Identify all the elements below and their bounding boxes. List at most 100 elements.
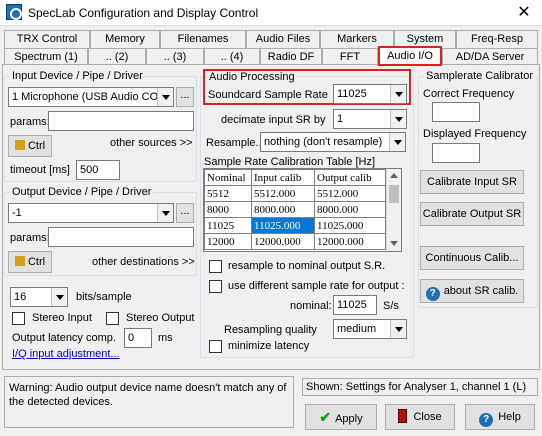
soundcard-rate-select[interactable]: 11025 — [333, 84, 407, 104]
scroll-down-icon[interactable] — [390, 241, 398, 246]
other-destinations-link[interactable]: other destinations >> — [92, 256, 195, 268]
chevron-down-icon — [390, 110, 406, 128]
tab-audio-files[interactable]: Audio Files — [246, 30, 320, 48]
table-cell[interactable]: 12000 — [204, 233, 252, 250]
output-ctrl-label: Ctrl — [27, 256, 46, 268]
hand-pointer-icon — [14, 256, 25, 266]
title-bar: SpecLab Configuration and Display Contro… — [0, 0, 542, 26]
chevron-down-icon — [390, 85, 406, 103]
calibration-table-title: Sample Rate Calibration Table [Hz] — [204, 156, 375, 168]
resample-label: Resample.. — [206, 137, 262, 149]
close-label: Close — [413, 411, 442, 423]
latency-field[interactable]: 0 — [124, 328, 152, 348]
table-row[interactable]: 8000 8000.000 8000.000 — [204, 201, 386, 218]
input-ctrl-button[interactable]: Ctrl — [8, 135, 52, 157]
table-header: Nominal — [204, 169, 252, 186]
table-cell[interactable]: 5512.000 — [251, 185, 315, 202]
table-row[interactable]: 12000 12000.000 12000.000 — [204, 233, 386, 250]
stereo-input-checkbox[interactable] — [12, 312, 25, 325]
close-button[interactable]: Close — [385, 404, 455, 430]
stereo-input-label: Stereo Input — [32, 312, 92, 324]
window-title: SpecLab Configuration and Display Contro… — [28, 6, 259, 20]
table-cell[interactable]: 11025 — [204, 217, 252, 234]
resampling-quality-select[interactable]: medium — [333, 319, 407, 339]
resampling-quality-value: medium — [337, 323, 377, 335]
chevron-down-icon — [157, 88, 173, 106]
output-params-field[interactable] — [48, 227, 194, 247]
calibrate-output-button[interactable]: Calibrate Output SR — [420, 202, 524, 226]
table-row[interactable]: 5512 5512.000 5512.000 — [204, 185, 386, 202]
table-row[interactable]: 11025 11025.000 11025.000 — [204, 217, 386, 234]
latency-label: Output latency comp. — [12, 332, 116, 344]
scroll-up-icon[interactable] — [390, 173, 398, 178]
help-question-icon: ? — [425, 287, 440, 301]
stereo-output-checkbox[interactable] — [106, 312, 119, 325]
apply-label: Apply — [335, 413, 363, 425]
output-device-browse-button[interactable]: ... — [176, 203, 194, 223]
output-ctrl-button[interactable]: Ctrl — [8, 251, 52, 273]
about-sr-calib-button[interactable]: ? about SR calib. — [420, 279, 524, 303]
displayed-frequency-label: Displayed Frequency — [423, 128, 527, 140]
input-device-browse-button[interactable]: ... — [176, 87, 194, 107]
output-device-title: Output Device / Pipe / Driver — [10, 186, 154, 198]
door-icon — [398, 409, 408, 423]
table-scrollbar[interactable] — [386, 169, 401, 251]
table-cell[interactable]: 12000.000 — [251, 233, 315, 250]
tab-freq-resp[interactable]: Freq-Resp — [456, 30, 538, 48]
table-cell-selected[interactable]: 11025.000 — [251, 217, 315, 234]
iq-adjustment-link[interactable]: I/Q input adjustment... — [12, 348, 120, 360]
input-params-field[interactable] — [48, 111, 194, 131]
resample-select[interactable]: nothing (don't resample) — [260, 132, 406, 152]
output-device-value: -1 — [12, 207, 22, 219]
tab-audio-io[interactable]: Audio I/O — [378, 46, 442, 66]
audio-processing-title: Audio Processing — [207, 71, 297, 83]
minimize-latency-label: minimize latency — [228, 340, 310, 352]
scroll-thumb[interactable] — [389, 185, 399, 203]
output-device-select[interactable]: -1 — [8, 203, 174, 223]
chevron-down-icon — [390, 320, 406, 338]
latency-unit: ms — [158, 332, 173, 344]
calibrate-input-button[interactable]: Calibrate Input SR — [420, 170, 524, 194]
tab-filenames[interactable]: Filenames — [160, 30, 246, 48]
tab-trx-control[interactable]: TRX Control — [4, 30, 90, 48]
decimate-select[interactable]: 1 — [333, 109, 407, 129]
warning-box: Warning: Audio output device name doesn'… — [4, 376, 294, 428]
nominal-rate-field[interactable]: 11025 — [333, 295, 377, 315]
resample-nominal-checkbox[interactable] — [209, 260, 222, 273]
stereo-output-label: Stereo Output — [126, 312, 195, 324]
table-header: Input calib — [251, 169, 315, 186]
bits-per-sample-select[interactable]: 16 — [10, 287, 68, 307]
chevron-down-icon — [51, 288, 67, 306]
apply-button[interactable]: ✔ Apply — [305, 404, 377, 430]
help-label: Help — [498, 411, 521, 423]
displayed-frequency-field[interactable] — [432, 143, 480, 163]
continuous-calib-button[interactable]: Continuous Calib... — [420, 246, 524, 270]
table-cell[interactable]: 5512 — [204, 185, 252, 202]
input-device-title: Input Device / Pipe / Driver — [10, 70, 145, 82]
table-cell[interactable]: 11025.000 — [314, 217, 386, 234]
table-cell[interactable]: 5512.000 — [314, 185, 386, 202]
chevron-down-icon — [157, 204, 173, 222]
bits-per-sample-value: 16 — [14, 291, 27, 303]
input-params-label: params: — [10, 116, 50, 128]
decimate-value: 1 — [337, 113, 344, 125]
minimize-latency-checkbox[interactable] — [209, 340, 222, 353]
table-cell[interactable]: 12000.000 — [314, 233, 386, 250]
close-window-icon[interactable]: ✕ — [512, 4, 536, 22]
input-ctrl-label: Ctrl — [27, 140, 46, 152]
different-rate-checkbox[interactable] — [209, 280, 222, 293]
help-button[interactable]: ? Help — [465, 404, 535, 430]
about-sr-calib-label: about SR calib. — [443, 285, 519, 297]
timeout-field[interactable]: 500 — [76, 160, 120, 180]
output-params-label: params: — [10, 232, 50, 244]
calibration-table[interactable]: Nominal Input calib Output calib 5512 55… — [203, 168, 402, 252]
correct-frequency-field[interactable] — [432, 102, 480, 122]
resample-value: nothing (don't resample) — [264, 136, 383, 148]
chevron-down-icon — [389, 133, 405, 151]
table-cell[interactable]: 8000 — [204, 201, 252, 218]
other-sources-link[interactable]: other sources >> — [110, 137, 193, 149]
tab-memory[interactable]: Memory — [90, 30, 160, 48]
table-cell[interactable]: 8000.000 — [251, 201, 315, 218]
input-device-select[interactable]: 1 Microphone (USB Audio COD — [8, 87, 174, 107]
table-cell[interactable]: 8000.000 — [314, 201, 386, 218]
